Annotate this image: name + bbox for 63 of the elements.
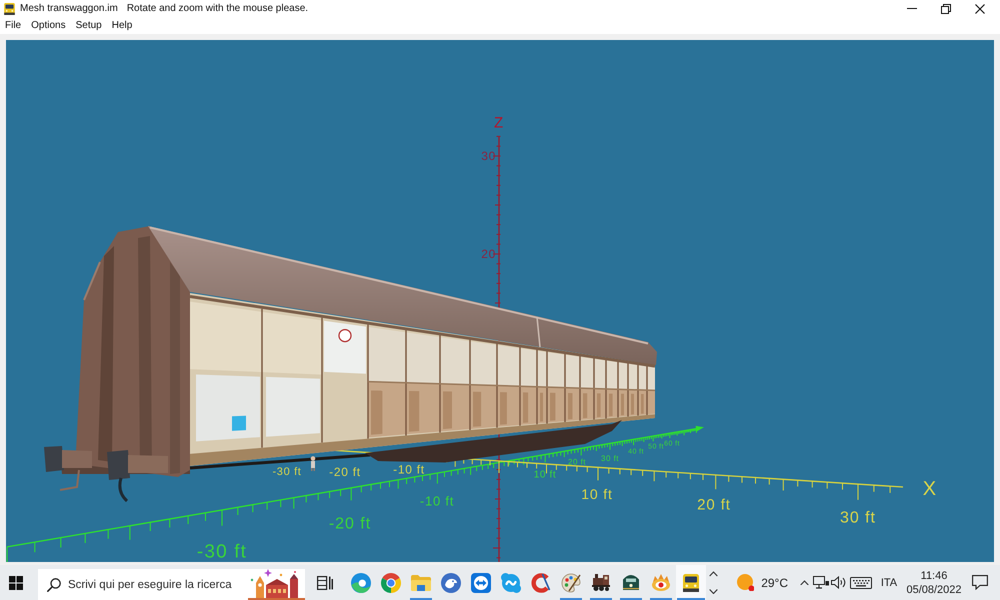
running-indicator	[620, 598, 642, 600]
chevron-up-icon	[800, 580, 808, 586]
grid-icon	[9, 576, 23, 590]
search-field[interactable]: Scrivi qui per eseguire la ricerca	[68, 576, 248, 592]
clock-button[interactable]: 11:46 05/08/2022	[904, 565, 964, 600]
restore-icon	[941, 4, 951, 14]
tick-label: -30 ft	[272, 466, 302, 478]
palette-icon	[561, 572, 581, 592]
double-arrow-icon	[471, 572, 491, 592]
language-button[interactable]: ITA	[874, 565, 904, 600]
taskbar-button[interactable]	[676, 565, 706, 600]
running-indicator	[650, 598, 672, 600]
tick-label: 30 ft	[840, 510, 876, 527]
tick-label: -10 ft	[393, 462, 425, 477]
menu-item[interactable]: Help	[106, 17, 138, 34]
crescent-icon	[531, 572, 551, 592]
bubble-icon	[501, 572, 521, 592]
menu-item[interactable]: Options	[26, 17, 71, 34]
tick-label: 10 ft	[581, 486, 613, 502]
hint-text: Rotate and zoom with the mouse please.	[126, 3, 308, 14]
buildings-drawing	[248, 569, 305, 600]
running-indicator	[677, 598, 705, 600]
tick-label: 10 ft	[534, 470, 556, 480]
speaker-icon	[831, 576, 847, 589]
close-icon	[975, 4, 985, 14]
running-indicator	[560, 598, 582, 600]
tick-label: -20 ft	[328, 516, 372, 533]
search-box[interactable]: Scrivi qui per eseguire la ricerca	[38, 569, 305, 600]
search-icon	[47, 578, 61, 592]
chevron-down-icon	[708, 588, 718, 594]
tick-label: -30 ft	[196, 542, 248, 562]
sun-icon	[736, 574, 754, 592]
tick-label: 20 ft	[568, 457, 586, 466]
menu-item[interactable]: Setup	[70, 17, 107, 34]
axis-label: X	[922, 478, 938, 500]
running-indicator	[590, 598, 612, 600]
monitor-icon	[813, 576, 829, 589]
keyboard-icon	[850, 576, 872, 588]
minimize-icon	[907, 8, 917, 9]
running-indicator	[410, 598, 432, 600]
swirl-icon	[351, 572, 371, 592]
tick-label: 30 ft	[601, 454, 619, 463]
axis-label: Z	[494, 114, 504, 132]
tick-label: -10 ft	[420, 494, 454, 509]
menu-item[interactable]: File	[0, 17, 26, 34]
eye-icon	[652, 574, 670, 591]
folder-icon	[411, 574, 431, 590]
panels-icon	[317, 576, 333, 590]
locomotive-front-icon	[623, 574, 639, 590]
figure-icon	[310, 456, 316, 471]
speech-bubble-icon	[972, 575, 988, 590]
tick-label: -20 ft	[329, 465, 361, 480]
ring-icon	[381, 572, 401, 592]
window-title: Mesh transwaggon.im	[20, 3, 118, 14]
locomotive-icon	[592, 574, 610, 591]
train-icon	[683, 574, 699, 592]
tick-label: 20	[481, 247, 496, 262]
tick-label: 30	[481, 149, 496, 164]
weather-button[interactable]: 29°C	[732, 565, 793, 600]
chevron-up-icon	[708, 571, 718, 576]
tick-label: 20 ft	[697, 496, 731, 514]
train-icon	[4, 2, 15, 14]
bird-icon	[441, 572, 461, 592]
